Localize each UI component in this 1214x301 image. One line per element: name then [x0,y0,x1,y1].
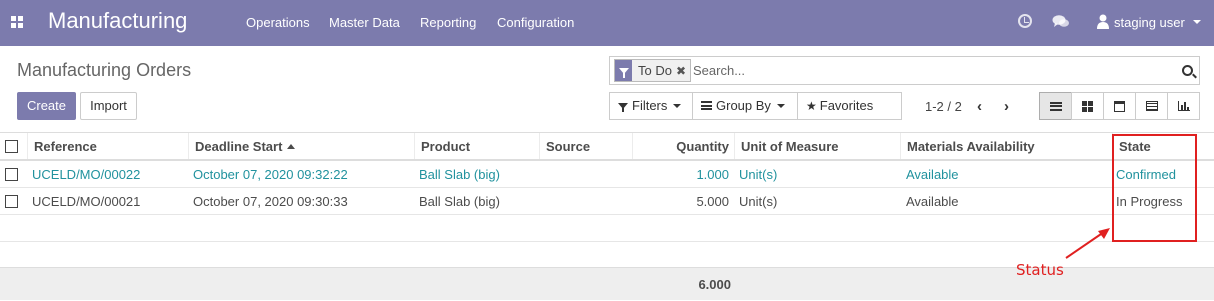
annotation-arrow [1065,228,1110,259]
annotation-label: Status [1016,261,1064,279]
